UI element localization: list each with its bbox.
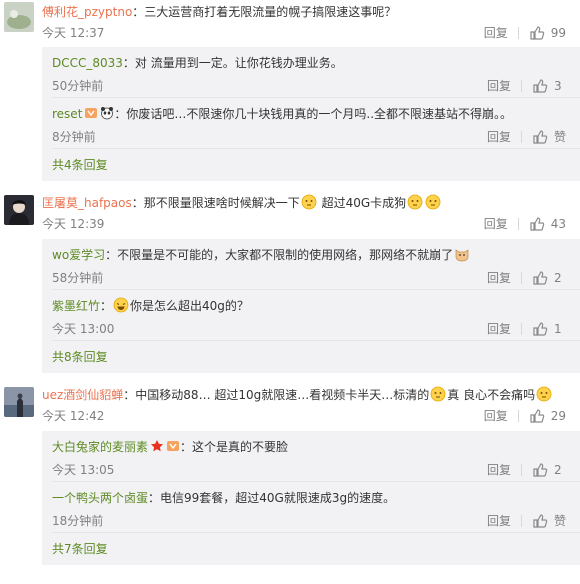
reply-text: ：这个是真的不要脸 (180, 440, 289, 454)
emoji-icon (536, 386, 552, 402)
comment-3: uez酒剑仙貂蝉：中国移动88… 超过10g就限速…看视频卡半天…标清的 真 良心… (0, 373, 580, 565)
divider (520, 515, 522, 527)
like-count: 2 (554, 271, 562, 285)
vip-badge-icon (84, 106, 98, 120)
reply-username[interactable]: DCCC_8033 (52, 56, 123, 70)
comment-text-suffix: 超过40G卡成狗 (317, 196, 407, 210)
username[interactable]: 匡屠莫_hafpaos (42, 196, 132, 210)
reply-text: ：你废话吧…不限速你几十块钱用真的一个月吗..全都不限速基站不得崩。。 (114, 107, 513, 121)
comment-meta: 今天 12:42 回复 29 (42, 405, 580, 427)
divider (521, 272, 522, 284)
avatar[interactable] (4, 2, 34, 32)
reply-text: ：电信99套餐，超过40G就限速成3g的速度。 (148, 491, 396, 505)
panda-icon (100, 106, 114, 120)
reply-button[interactable]: 回复 (487, 126, 511, 148)
reply-username[interactable]: 大白兔家的麦丽素 (52, 440, 148, 454)
reply-text: ：对 流量用到一定。让你花钱办理业务。 (122, 56, 343, 70)
thumbs-up-icon[interactable] (532, 513, 548, 529)
reply-item: DCCC_8033：对 流量用到一定。让你花钱办理业务。 50分钟前 回复 3 (52, 47, 580, 97)
reply-button[interactable]: 回复 (487, 459, 511, 481)
comment-meta: 今天 12:37 回复 99 (42, 22, 580, 44)
timestamp: 今天 12:37 (42, 26, 105, 40)
laugh-emoji-icon (113, 297, 129, 313)
comment-text: ：三大运营商打着无限流量的幌子搞限速这事呢？ (132, 5, 397, 19)
reply-thread: 大白兔家的麦丽素 ：这个是真的不要脸 今天 13:05 回复 2 一个鸭头两个卤蛋：… (42, 431, 580, 565)
reply-username[interactable]: 紫墨红竹 (52, 299, 100, 313)
thumbs-up-icon[interactable] (532, 321, 548, 337)
reply-item: wo爱学习：不限量是不可能的，大家都不限制的使用网络，那网络不就崩了 58分钟前… (52, 239, 580, 289)
comment-text: ：中国移动88… 超过10g就限速…看视频卡半天…标清的 (123, 388, 430, 402)
timestamp: 8分钟前 (52, 130, 96, 144)
timestamp: 58分钟前 (52, 271, 104, 285)
divider (520, 131, 522, 143)
like-count: 99 (550, 26, 566, 40)
divider (521, 323, 522, 335)
like-count: 3 (554, 79, 562, 93)
avatar[interactable] (4, 387, 34, 417)
reply-button[interactable]: 回复 (484, 405, 508, 427)
reply-button[interactable]: 回复 (487, 318, 511, 340)
timestamp: 今天 12:42 (42, 409, 105, 423)
thumbs-up-icon[interactable] (532, 270, 548, 286)
view-more-replies-link[interactable]: 共4条回复 (52, 149, 580, 181)
divider (517, 410, 519, 422)
reply-button[interactable]: 回复 (484, 213, 508, 235)
emoji-icon (301, 194, 317, 210)
reply-button[interactable]: 回复 (484, 22, 508, 44)
like-count: 29 (550, 409, 566, 423)
like-count: 赞 (553, 130, 566, 144)
like-count: 43 (550, 217, 566, 231)
emoji-icon (407, 194, 423, 210)
like-count: 1 (554, 322, 562, 336)
timestamp: 18分钟前 (52, 514, 104, 528)
thumbs-up-icon[interactable] (529, 216, 545, 232)
like-count: 2 (554, 463, 562, 477)
reply-item: 一个鸭头两个卤蛋：电信99套餐，超过40G就限速成3g的速度。 18分钟前 回复… (52, 482, 580, 532)
reply-button[interactable]: 回复 (487, 267, 511, 289)
thumbs-up-icon[interactable] (529, 408, 545, 424)
reply-thread: DCCC_8033：对 流量用到一定。让你花钱办理业务。 50分钟前 回复 3 r… (42, 47, 580, 181)
timestamp: 今天 12:39 (42, 217, 105, 231)
view-more-replies-link[interactable]: 共7条回复 (52, 533, 580, 565)
reply-username[interactable]: reset (52, 107, 82, 121)
thumbs-up-icon[interactable] (532, 462, 548, 478)
timestamp: 50分钟前 (52, 79, 104, 93)
divider (517, 218, 519, 230)
like-count: 赞 (553, 514, 566, 528)
username[interactable]: uez酒剑仙貂蝉 (42, 388, 123, 402)
reply-text: 你是怎么超出40g的？ (130, 299, 249, 313)
comment-text-suffix: 真 良心不会痛吗 (447, 388, 536, 402)
reply-button[interactable]: 回复 (487, 510, 511, 532)
comment-2: 匡屠莫_hafpaos：那不限量限速啥时候解决一下 超过40G卡成狗 今天 12… (0, 181, 580, 373)
reply-text: ：不限量是不可能的，大家都不限制的使用网络，那网络不就崩了 (105, 248, 454, 262)
reply-item: 紫墨红竹： 你是怎么超出40g的？ 今天 13:00 回复 1 (52, 290, 580, 340)
reply-thread: wo爱学习：不限量是不可能的，大家都不限制的使用网络，那网络不就崩了 58分钟前… (42, 239, 580, 373)
emoji-icon (425, 194, 441, 210)
timestamp: 今天 13:00 (52, 322, 115, 336)
comment-text: ：那不限量限速啥时候解决一下 (131, 196, 300, 210)
timestamp: 今天 13:05 (52, 463, 115, 477)
view-more-replies-link[interactable]: 共8条回复 (52, 341, 580, 373)
comment-1: 傅利花_pzyptno：三大运营商打着无限流量的幌子搞限速这事呢？ 今天 12:… (0, 0, 580, 181)
reply-item: 大白兔家的麦丽素 ：这个是真的不要脸 今天 13:05 回复 2 (52, 431, 580, 481)
divider (521, 80, 522, 92)
divider (521, 464, 522, 476)
divider (517, 27, 519, 39)
emoji-icon (430, 386, 446, 402)
username[interactable]: 傅利花_pzyptno (42, 5, 132, 19)
comment-meta: 今天 12:39 回复 43 (42, 213, 580, 235)
reply-username[interactable]: wo爱学习 (52, 248, 105, 262)
thumbs-up-icon[interactable] (532, 78, 548, 94)
reply-item: reset ：你废话吧…不限速你几十块钱用真的一个月吗..全都不限速基站不得崩。。… (52, 98, 580, 148)
star-badge-icon (150, 439, 164, 453)
vip-badge-icon (166, 439, 180, 453)
avatar[interactable] (4, 195, 34, 225)
reply-button[interactable]: 回复 (487, 75, 511, 97)
thumbs-up-icon[interactable] (529, 25, 545, 41)
reply-username[interactable]: 一个鸭头两个卤蛋 (52, 491, 148, 505)
thumbs-up-icon[interactable] (532, 129, 548, 145)
cat-emoji-icon (454, 246, 470, 262)
